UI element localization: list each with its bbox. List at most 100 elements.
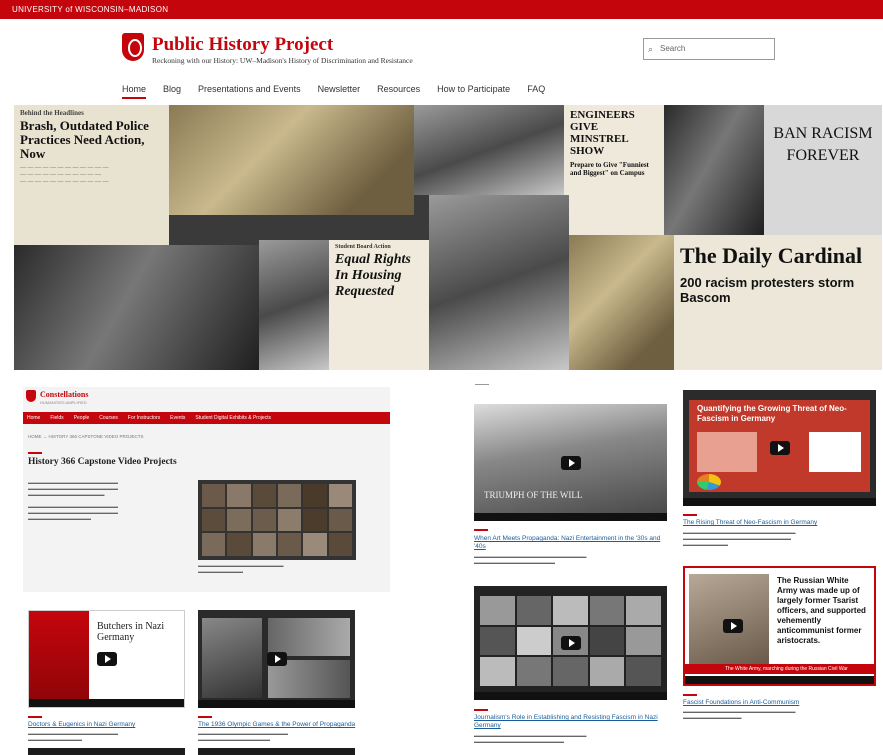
- play-button-icon[interactable]: [723, 619, 743, 633]
- video-journalism-fascism[interactable]: [474, 586, 667, 700]
- photo-street-scene: [429, 195, 569, 370]
- clipping-police-practices: Behind the Headlines Brash, Outdated Pol…: [14, 105, 169, 245]
- slide-title: Quantifying the Growing Threat of Neo-Fa…: [697, 404, 847, 423]
- c-nav-home[interactable]: Home: [27, 415, 40, 424]
- university-bar[interactable]: UNIVERSITY of WISCONSIN–MADISON: [0, 0, 883, 19]
- university-link[interactable]: UNIVERSITY of WISCONSIN–MADISON: [12, 5, 168, 14]
- video-controls[interactable]: [474, 692, 667, 700]
- caption1-desc: ▬▬▬▬▬▬▬▬▬▬▬▬▬▬▬▬▬▬▬▬ ▬▬▬▬▬▬▬▬▬▬▬▬: [28, 731, 118, 742]
- caption-accent: [28, 716, 42, 718]
- divider: [475, 384, 489, 385]
- c-nav-courses[interactable]: Courses: [99, 415, 118, 424]
- video-zoom-grid[interactable]: [198, 480, 356, 560]
- slide-pie: [697, 474, 721, 490]
- caption-anti-communism[interactable]: Fascist Foundations in Anti-Communism: [683, 699, 799, 706]
- caption-journalism[interactable]: Journalism's Role in Establishing and Re…: [474, 714, 667, 730]
- caption2-desc: ▬▬▬▬▬▬▬▬▬▬▬▬▬▬▬▬▬▬▬▬ ▬▬▬▬▬▬▬▬▬▬▬▬▬▬▬▬: [198, 731, 288, 742]
- caption-accent: [683, 694, 697, 696]
- constellations-page-title: History 366 Capstone Video Projects: [28, 457, 177, 467]
- c-nav-people[interactable]: People: [74, 415, 90, 424]
- main-nav: Home Blog Presentations and Events Newsl…: [122, 84, 545, 99]
- video-controls[interactable]: [683, 498, 876, 506]
- constellations-nav: Home Fields People Courses For Instructo…: [23, 412, 390, 424]
- caption-accent: [474, 529, 488, 531]
- constellations-crest: [26, 390, 36, 402]
- clipping-minstrel-sub: Prepare to Give "Funniest and Biggest" o…: [570, 161, 649, 177]
- caption-neo-desc: ▬▬▬▬▬▬▬▬▬▬▬▬▬▬▬▬▬▬▬▬▬▬▬▬▬ ▬▬▬▬▬▬▬▬▬▬▬▬▬▬▬…: [683, 530, 796, 547]
- video-controls[interactable]: [29, 699, 184, 707]
- clipping-daily-cardinal: The Daily Cardinal 200 racism protesters…: [674, 235, 882, 370]
- play-button-icon[interactable]: [560, 455, 581, 470]
- photo-women-archive: [569, 235, 674, 370]
- intro-paragraph: ▬▬▬▬▬▬▬▬▬▬▬▬▬▬▬▬▬▬▬▬ ▬▬▬▬▬▬▬▬▬▬▬▬▬▬▬▬▬▬▬▬…: [28, 480, 118, 521]
- slide-chart: [697, 432, 757, 472]
- caption-accent: [683, 514, 697, 516]
- nav-home[interactable]: Home: [122, 84, 147, 99]
- clipping-body: — — — — — — — — — — — — — — — — — — — — —…: [20, 165, 109, 185]
- breadcrumb[interactable]: HOME → HISTORY 366 CAPSTONE VIDEO PROJEC…: [28, 434, 143, 439]
- slide-table: [809, 432, 861, 472]
- video-controls[interactable]: [198, 700, 355, 708]
- caption-olympic-games[interactable]: The 1936 Olympic Games & the Power of Pr…: [198, 721, 355, 728]
- video-neo-fascism[interactable]: Quantifying the Growing Threat of Neo-Fa…: [683, 390, 876, 506]
- site-tagline: Reckoning with our History: UW–Madison's…: [152, 56, 413, 65]
- photo-women-group: [259, 240, 329, 370]
- constellations-logo-sub: HUMANITIES AMPLIFIED: [40, 400, 87, 405]
- portrait-still: [202, 618, 262, 698]
- c-nav-events[interactable]: Events: [170, 415, 185, 424]
- nav-newsletter[interactable]: Newsletter: [318, 84, 361, 99]
- slide-text: The Russian White Army was made up of la…: [777, 576, 866, 645]
- nav-faq[interactable]: FAQ: [527, 84, 545, 99]
- video-white-army[interactable]: The Russian White Army was made up of la…: [683, 566, 876, 686]
- clipping-minstrel-show: ENGINEERS GIVE MINSTREL SHOW Prepare to …: [564, 105, 664, 235]
- c-nav-instructors[interactable]: For Instructors: [128, 415, 160, 424]
- next-video-partial[interactable]: [28, 748, 185, 755]
- clipping-rights-kicker: Student Board Action: [335, 244, 391, 250]
- site-title[interactable]: Public History Project: [152, 34, 333, 56]
- nav-presentations[interactable]: Presentations and Events: [198, 84, 301, 99]
- clipping-minstrel-headline: ENGINEERS GIVE MINSTREL SHOW: [570, 109, 635, 157]
- clipping-headline: Brash, Outdated Police Practices Need Ac…: [20, 118, 149, 161]
- cardinal-masthead: The Daily Cardinal: [680, 243, 863, 268]
- video-controls[interactable]: [474, 513, 667, 521]
- play-button-icon[interactable]: [769, 441, 790, 455]
- caption-neo-fascism[interactable]: The Rising Threat of Neo-Fascism in Germ…: [683, 519, 817, 526]
- caption-doctors-eugenics[interactable]: Doctors & Eugenics in Nazi Germany: [28, 721, 135, 728]
- clipping-equal-rights: Student Board Action Equal Rights In Hou…: [329, 240, 429, 370]
- zoom-tiles: [202, 484, 352, 556]
- stadium-still: [268, 618, 350, 656]
- caption-anti-desc: ▬▬▬▬▬▬▬▬▬▬▬▬▬▬▬▬▬▬▬▬▬▬▬▬▬ ▬▬▬▬▬▬▬▬▬▬▬▬▬: [683, 709, 796, 720]
- clipping-kicker: Behind the Headlines: [20, 109, 84, 117]
- play-button-icon[interactable]: [266, 652, 287, 666]
- search-input[interactable]: ⌕ Search: [643, 38, 775, 60]
- c-nav-fields[interactable]: Fields: [50, 415, 63, 424]
- search-placeholder: Search: [660, 44, 686, 53]
- photo-demonstration-crowd: [14, 245, 259, 370]
- caption-journalism-desc: ▬▬▬▬▬▬▬▬▬▬▬▬▬▬▬▬▬▬▬▬▬▬▬▬▬ ▬▬▬▬▬▬▬▬▬▬▬▬▬▬▬…: [474, 733, 587, 744]
- play-button-icon[interactable]: [96, 652, 117, 666]
- protest-sign: BAN RACISM FOREVER: [764, 105, 882, 235]
- c-nav-student-exhibits[interactable]: Student Digital Exhibits & Projects: [195, 415, 271, 424]
- clipping-rights-headline: Equal Rights In Housing Requested: [335, 252, 411, 299]
- photo-protest-march: [169, 105, 414, 215]
- caption-art-propaganda[interactable]: When Art Meets Propaganda: Nazi Entertai…: [474, 535, 667, 551]
- next-video-partial[interactable]: [198, 748, 355, 755]
- nav-blog[interactable]: Blog: [163, 84, 181, 99]
- uw-crest-logo[interactable]: [122, 33, 144, 61]
- slide-caption: The White Army, marching during the Russ…: [685, 664, 874, 674]
- photo-campus-building: [414, 105, 564, 195]
- photo-students-portrait: [664, 105, 764, 235]
- nav-resources[interactable]: Resources: [377, 84, 420, 99]
- zoom-caption: ▬▬▬▬▬▬▬▬▬▬▬▬▬▬▬▬▬▬▬ ▬▬▬▬▬▬▬▬▬▬: [198, 563, 284, 574]
- video-butchers-nazi-germany[interactable]: Butchers in Nazi Germany: [28, 610, 185, 708]
- title-accent: [28, 452, 42, 454]
- caption-art-desc: ▬▬▬▬▬▬▬▬▬▬▬▬▬▬▬▬▬▬▬▬▬▬▬▬▬ ▬▬▬▬▬▬▬▬▬▬▬▬▬▬▬…: [474, 554, 587, 565]
- video1-title: Butchers in Nazi Germany: [97, 621, 165, 643]
- constellations-logo[interactable]: Constellations: [40, 390, 88, 399]
- nav-how-to-participate[interactable]: How to Participate: [437, 84, 510, 99]
- play-button-icon[interactable]: [560, 636, 581, 650]
- video-olympic-games[interactable]: [198, 610, 355, 708]
- video-controls[interactable]: [685, 676, 874, 684]
- caption-accent: [198, 716, 212, 718]
- video-art-propaganda[interactable]: TRIUMPH OF THE WILL: [474, 404, 667, 521]
